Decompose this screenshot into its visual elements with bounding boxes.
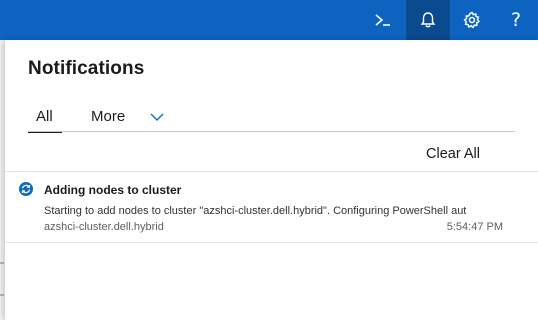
notification-timestamp: 5:54:47 PM [446, 221, 503, 233]
settings-button[interactable] [450, 0, 494, 40]
bell-icon [420, 12, 436, 28]
gear-icon [463, 11, 480, 29]
powershell-button[interactable] [361, 0, 405, 40]
powershell-icon [375, 14, 390, 26]
notification-title: Adding nodes to cluster [44, 183, 182, 197]
help-button[interactable]: ? [494, 0, 538, 40]
background-divider [0, 262, 4, 264]
notifications-panel: Notifications All More Clear All Adding … [5, 40, 538, 320]
notification-source: azshci-cluster.dell.hybrid [44, 221, 164, 233]
tab-all[interactable]: All [28, 106, 62, 133]
clear-all-button[interactable]: Clear All [426, 146, 480, 162]
notifications-button[interactable] [406, 0, 450, 40]
tab-label: More [91, 108, 126, 125]
page-title: Notifications [28, 58, 145, 79]
notification-item[interactable]: Adding nodes to cluster Starting to add … [5, 171, 538, 243]
tab-label: All [36, 108, 53, 125]
tabs-divider [28, 131, 515, 132]
top-bar: ? [0, 0, 538, 40]
help-icon: ? [510, 9, 522, 31]
chevron-down-icon[interactable] [150, 112, 164, 122]
background-divider [0, 294, 4, 296]
notification-message: Starting to add nodes to cluster "azshci… [44, 205, 467, 217]
sync-icon [19, 182, 33, 196]
